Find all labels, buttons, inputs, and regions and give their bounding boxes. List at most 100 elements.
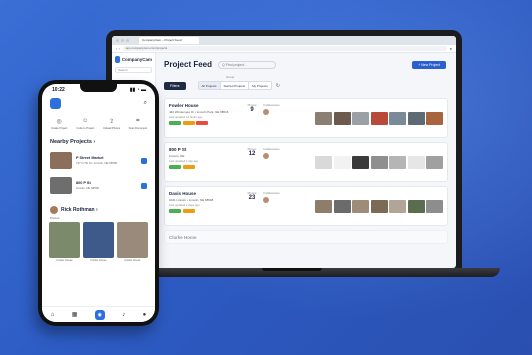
profile-icon[interactable]: ●	[450, 46, 452, 51]
photo-thumbnail[interactable]	[389, 199, 406, 213]
bell-icon[interactable]: ♪	[122, 312, 125, 318]
window-dot[interactable]	[116, 39, 119, 42]
project-name[interactable]: Davis House	[169, 191, 241, 196]
project-name[interactable]: Fowler House	[169, 103, 241, 108]
window-dot[interactable]	[121, 39, 124, 42]
nav-arrows-icon[interactable]: ‹ ›	[116, 46, 120, 51]
quick-action[interactable]: ⌗ Scan Document	[127, 118, 149, 130]
photo-thumbnail[interactable]	[333, 111, 351, 125]
photo-thumbnail[interactable]	[370, 199, 388, 213]
tag-badge[interactable]	[169, 121, 181, 125]
quick-action[interactable]: ☺ Invite to Project	[74, 118, 96, 130]
tag-badge[interactable]	[182, 121, 195, 125]
nearby-project-text: P Street Market 737 N 7th St • Lincoln, N…	[76, 156, 117, 165]
photo-count: Photos 23	[241, 191, 263, 221]
segment-all-projects[interactable]: All Projects	[198, 82, 221, 89]
project-address: Lincoln, NE	[169, 154, 185, 158]
collaborators-label: Collaborators	[263, 191, 280, 195]
user-row[interactable]: Rick Rothman ›	[42, 200, 155, 214]
gallery-icon[interactable]: ▦	[72, 311, 78, 318]
nearby-project-card[interactable]: 800 P St Lincoln, NE 68508	[48, 175, 149, 196]
phone-notch	[80, 84, 117, 92]
quick-action-label: Upload Photos	[103, 127, 121, 130]
quick-action-label: Create Project	[50, 127, 68, 130]
photo-thumbnail[interactable]	[333, 155, 351, 169]
window-dot[interactable]	[126, 39, 129, 42]
quick-action[interactable]: ◎ Create Project	[48, 118, 70, 130]
photo-thumbnail[interactable]	[389, 111, 406, 125]
project-name[interactable]: Clarke Home	[169, 235, 241, 240]
photo-thumbnail[interactable]	[315, 155, 332, 169]
photo-thumbnail[interactable]	[426, 199, 443, 213]
project-list: Fowler House 440 Windemere Dr • Lincoln P…	[164, 98, 448, 244]
photo-thumbnail[interactable]	[315, 199, 332, 213]
camera-icon[interactable]	[141, 182, 147, 189]
camera-icon[interactable]: ◉	[94, 309, 105, 320]
project-updated: Last updated 2 days ago	[169, 203, 200, 207]
photo-count: Photos 9	[241, 103, 263, 133]
photo-count-value: 12	[248, 151, 256, 157]
tag-badge[interactable]	[196, 121, 208, 125]
project-tags	[169, 121, 241, 125]
photo-count-value: 9	[250, 107, 254, 113]
profile-icon[interactable]: ●	[143, 312, 147, 318]
photo-tile[interactable]	[83, 222, 114, 258]
segment-my-projects[interactable]: My Projects	[249, 82, 271, 89]
status-time: 10:22	[52, 87, 65, 93]
avatar	[50, 206, 58, 214]
tag-badge[interactable]	[182, 165, 195, 169]
photo-thumbnail[interactable]	[407, 199, 425, 213]
tag-badge[interactable]	[182, 209, 195, 213]
photo-tile[interactable]	[49, 222, 80, 258]
project-row[interactable]: Clarke Home	[164, 230, 448, 244]
tag-badge[interactable]	[169, 209, 181, 213]
new-project-button[interactable]: + New Project	[412, 61, 446, 69]
project-name[interactable]: 800 P St	[169, 147, 241, 152]
address-bar[interactable]: app.companycam.com/projects	[122, 46, 447, 51]
photo-thumbnail[interactable]	[370, 155, 388, 169]
photo-thumbnail[interactable]	[407, 155, 425, 169]
project-search-input[interactable]: Q Find project...	[218, 60, 277, 69]
camera-icon[interactable]	[141, 157, 147, 164]
sidebar-search[interactable]: Search	[115, 67, 152, 73]
refresh-icon[interactable]: ↻	[276, 83, 280, 89]
nearby-project-card[interactable]: P Street Market 737 N 7th St • Lincoln, N…	[48, 150, 149, 171]
photo-thumbnail[interactable]	[315, 111, 332, 125]
group-label: Group	[226, 75, 235, 79]
status-icons: ▮▮ ◔ ▬	[129, 87, 146, 93]
phone: 10:22 ▮▮ ◔ ▬ ⌕ ◎ Create Project ☺ Invite to…	[38, 80, 159, 326]
project-row[interactable]: Fowler House 440 Windemere Dr • Lincoln P…	[164, 98, 448, 138]
photo-thumbnail[interactable]	[407, 111, 425, 125]
project-row[interactable]: 800 P St Lincoln, NE Last updated 1 day ag…	[164, 142, 448, 182]
avatar[interactable]	[263, 109, 269, 115]
nearby-project-address: 737 N 7th St • Lincoln, NE 68508	[76, 161, 117, 165]
photo-thumbnail[interactable]	[352, 155, 369, 169]
photo-count: Photos 12	[241, 147, 263, 177]
logo-icon[interactable]	[50, 98, 61, 109]
photo-thumbnail[interactable]	[389, 155, 406, 169]
project-row[interactable]: Davis House 1021 Lincoln • Lincoln, NE 68…	[164, 186, 448, 226]
photo-tile[interactable]	[117, 222, 148, 258]
avatar[interactable]	[263, 153, 269, 159]
project-tags	[169, 209, 241, 213]
photo-thumbnail[interactable]	[333, 199, 351, 213]
filters-button[interactable]: Filters	[164, 81, 186, 90]
segment-starred-projects[interactable]: Starred Projects	[220, 82, 250, 89]
quick-action[interactable]: ⇪ Upload Photos	[101, 118, 123, 130]
laptop-hinge	[262, 268, 322, 271]
photo-thumbnail[interactable]	[352, 111, 369, 125]
nearby-project-text: 800 P St Lincoln, NE 68508	[76, 181, 99, 190]
browser-tab[interactable]: CompanyCam – Project Feed	[139, 37, 199, 44]
tag-badge[interactable]	[169, 165, 181, 169]
home-icon[interactable]: ⌂	[51, 312, 55, 318]
avatar[interactable]	[263, 197, 269, 203]
photo-thumbnail[interactable]	[426, 155, 443, 169]
collaborators: Collaborators	[263, 147, 291, 177]
search-icon[interactable]: ⌕	[144, 100, 147, 107]
photo-thumbnail[interactable]	[370, 111, 388, 125]
brand[interactable]: CompanyCam	[115, 56, 152, 63]
nearby-projects-title[interactable]: Nearby Projects ›	[42, 130, 155, 148]
photo-thumbnail[interactable]	[352, 199, 369, 213]
laptop: CompanyCam – Project Feed ‹ › app.compan…	[106, 30, 462, 276]
photo-thumbnail[interactable]	[426, 111, 443, 125]
